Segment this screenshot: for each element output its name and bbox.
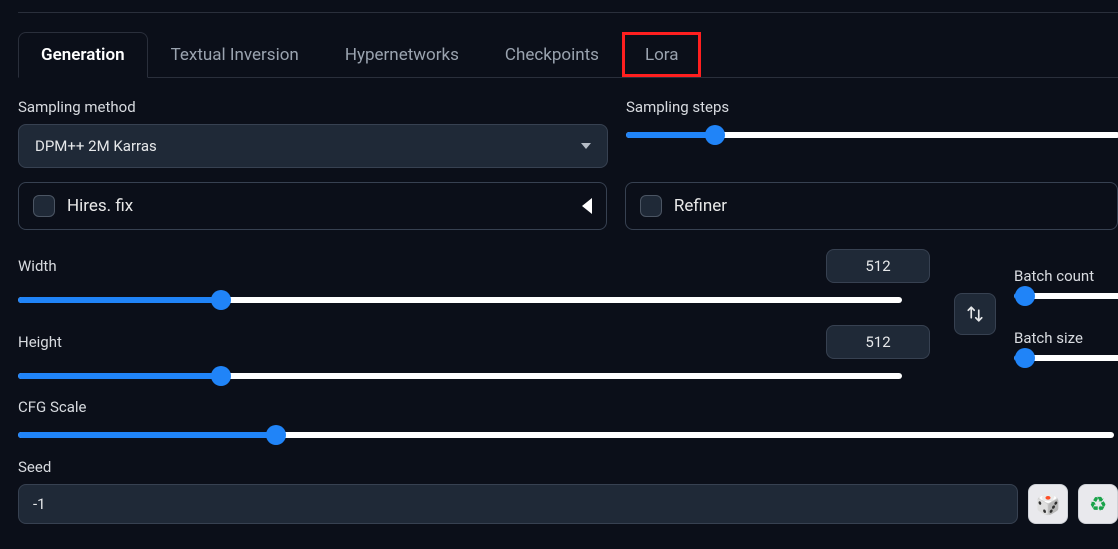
sampling-method-label: Sampling method [18, 98, 608, 116]
batch-size-slider[interactable] [1014, 355, 1118, 361]
sampling-steps-thumb[interactable] [705, 125, 725, 145]
sampling-steps-slider[interactable] [626, 132, 1118, 138]
collapse-left-icon[interactable] [582, 198, 592, 214]
width-thumb[interactable] [211, 290, 231, 310]
batch-count-label: Batch count [1014, 267, 1118, 285]
extra-networks-tabs: Generation Textual Inversion Hypernetwor… [18, 32, 1118, 78]
chevron-down-icon [581, 143, 591, 149]
batch-count-slider[interactable] [1014, 293, 1118, 299]
recycle-icon: ♻ [1089, 492, 1107, 516]
height-thumb[interactable] [211, 366, 231, 386]
height-label: Height [18, 333, 826, 351]
width-slider[interactable] [18, 297, 902, 303]
tab-generation[interactable]: Generation [18, 32, 148, 78]
batch-size-thumb[interactable] [1015, 348, 1035, 368]
refiner-label: Refiner [674, 196, 727, 216]
generation-panel: Sampling method DPM++ 2M Karras Sampling… [14, 78, 1118, 538]
top-panel-rule [18, 12, 1118, 20]
height-slider[interactable] [18, 373, 902, 379]
refiner-checkbox[interactable] [640, 195, 662, 217]
batch-size-label: Batch size [1014, 329, 1118, 347]
height-fill [18, 373, 221, 379]
width-label: Width [18, 257, 826, 275]
cfg-fill [18, 432, 276, 438]
sampling-steps-fill [626, 132, 715, 138]
tab-hypernetworks[interactable]: Hypernetworks [322, 32, 482, 77]
swap-dimensions-button[interactable] [954, 293, 996, 335]
width-fill [18, 297, 221, 303]
seed-reuse-button[interactable]: ♻ [1078, 484, 1118, 524]
swap-arrows-icon [966, 305, 984, 323]
width-value[interactable]: 512 [826, 249, 930, 283]
seed-input[interactable]: -1 [18, 484, 1018, 524]
sampling-method-value: DPM++ 2M Karras [35, 137, 157, 155]
hires-fix-label: Hires. fix [67, 196, 133, 216]
hires-fix-checkbox[interactable] [33, 195, 55, 217]
hires-fix-toggle[interactable]: Hires. fix [18, 182, 607, 230]
batch-count-thumb[interactable] [1015, 286, 1035, 306]
cfg-scale-slider[interactable] [18, 432, 1114, 438]
seed-label: Seed [18, 458, 1118, 476]
cfg-scale-label: CFG Scale [18, 398, 1118, 416]
height-value[interactable]: 512 [826, 325, 930, 359]
sampling-method-dropdown[interactable]: DPM++ 2M Karras [18, 124, 608, 168]
dice-icon: 🎲 [1036, 492, 1061, 516]
tab-checkpoints[interactable]: Checkpoints [482, 32, 622, 77]
refiner-toggle[interactable]: Refiner [625, 182, 1118, 230]
tab-textual-inversion[interactable]: Textual Inversion [148, 32, 322, 77]
sampling-steps-label: Sampling steps [626, 98, 1118, 116]
cfg-thumb[interactable] [266, 425, 286, 445]
tab-lora[interactable]: Lora [622, 32, 702, 77]
seed-random-button[interactable]: 🎲 [1028, 484, 1068, 524]
